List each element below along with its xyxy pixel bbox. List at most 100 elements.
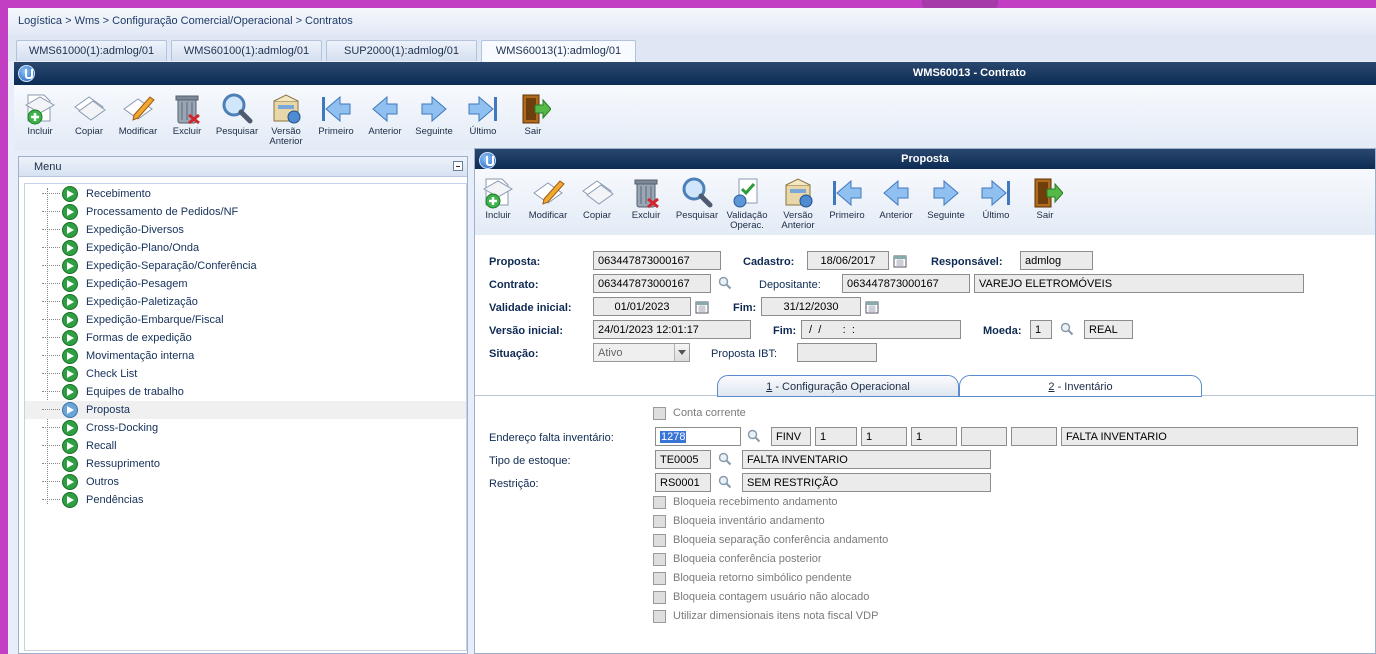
tree-connector — [42, 247, 60, 248]
tab-wms61000[interactable]: WMS61000(1):admlog/01 — [16, 40, 167, 61]
menu-item[interactable]: Expedição-Plano/Onda — [25, 239, 466, 257]
versao-field[interactable]: 24/01/2023 12:01:17 — [593, 320, 751, 339]
toolbar-button-magnifier[interactable]: Pesquisar — [214, 91, 260, 147]
option-checkbox[interactable] — [653, 515, 666, 528]
endereco-search-icon[interactable] — [747, 429, 761, 443]
tree-connector — [42, 265, 60, 266]
toolbar-button-validation[interactable]: Validação Operac. — [724, 175, 770, 231]
tree-connector — [42, 211, 60, 212]
toolbar-button-add-document[interactable]: Incluir — [17, 91, 63, 147]
menu-item[interactable]: Movimentação interna — [25, 347, 466, 365]
tab-inventario[interactable]: 2 - Inventário — [959, 375, 1202, 397]
toolbar-button-next-arrow[interactable]: Seguinte — [411, 91, 457, 147]
toolbar-button-previous-arrow[interactable]: Anterior — [873, 175, 919, 231]
toolbar-button-exit-door[interactable]: Sair — [1022, 175, 1068, 231]
menu-item[interactable]: Expedição-Paletização — [25, 293, 466, 311]
toolbar-button-copy[interactable]: Copiar — [574, 175, 620, 231]
endereco-part-1: FINV — [771, 427, 811, 446]
toolbar-button-copy[interactable]: Copiar — [66, 91, 112, 147]
contrato-field[interactable]: 063447873000167 — [593, 274, 711, 293]
endereco-code-text: 1278 — [660, 431, 687, 443]
menu-item-label: Outros — [86, 476, 120, 488]
conta-corrente-checkbox[interactable] — [653, 407, 666, 420]
menu-item-label: Proposta — [86, 404, 131, 416]
fim2-field[interactable]: / / : : — [801, 320, 961, 339]
toolbar-button-last-arrow[interactable]: Último — [460, 91, 506, 147]
chevron-down-icon[interactable] — [674, 344, 689, 361]
toolbar-button-label: Pesquisar — [215, 126, 259, 137]
proposta-title-bar: Proposta — [475, 149, 1375, 169]
situacao-select[interactable]: Ativo — [593, 343, 690, 362]
toolbar-button-label: Sair — [524, 126, 542, 137]
menu-item[interactable]: Check List — [25, 365, 466, 383]
toolbar-button-trash[interactable]: Excluir — [164, 91, 210, 147]
toolbar-button-next-arrow[interactable]: Seguinte — [923, 175, 969, 231]
menu-item[interactable]: Ressuprimento — [25, 455, 466, 473]
option-checkbox[interactable] — [653, 572, 666, 585]
moeda-search-icon[interactable] — [1060, 322, 1074, 336]
toolbar-button-edit-pencil[interactable]: Modificar — [525, 175, 571, 231]
menu-item[interactable]: Cross-Docking — [25, 419, 466, 437]
toolbar-button-first-arrow[interactable]: Primeiro — [313, 91, 359, 147]
menu-item[interactable]: Recebimento — [25, 185, 466, 203]
fim-field[interactable]: 31/12/2030 — [761, 297, 861, 316]
validade-field[interactable]: 01/01/2023 — [593, 297, 691, 316]
toolbar-button-last-arrow[interactable]: Último — [973, 175, 1019, 231]
option-checkbox[interactable] — [653, 496, 666, 509]
menu-item[interactable]: Recall — [25, 437, 466, 455]
toolbar-button-previous-arrow[interactable]: Anterior — [362, 91, 408, 147]
toolbar-button-first-arrow[interactable]: Primeiro — [824, 175, 870, 231]
tipo-search-icon[interactable] — [718, 452, 732, 466]
menu-item[interactable]: Processamento de Pedidos/NF — [25, 203, 466, 221]
menu-item[interactable]: Expedição-Diversos — [25, 221, 466, 239]
cadastro-field[interactable]: 18/06/2017 — [807, 251, 889, 270]
menu-item[interactable]: Expedição-Embarque/Fiscal — [25, 311, 466, 329]
fim-calendar-icon[interactable] — [865, 300, 879, 314]
menu-item-label: Expedição-Paletização — [86, 296, 198, 308]
restricao-search-icon[interactable] — [718, 475, 732, 489]
menu-item[interactable]: Formas de expedição — [25, 329, 466, 347]
toolbar-button-label: Pesquisar — [675, 210, 719, 221]
toolbar-button-previous-version[interactable]: Versão Anterior — [263, 91, 309, 147]
endereco-code-field[interactable]: 1278 — [655, 427, 741, 446]
tab-wms60100[interactable]: WMS60100(1):admlog/01 — [171, 40, 322, 61]
toolbar-button-label: Versão Anterior — [781, 210, 815, 231]
moeda-code-field[interactable]: 1 — [1030, 320, 1052, 339]
depositante-code-field[interactable]: 063447873000167 — [842, 274, 970, 293]
option-checkbox[interactable] — [653, 534, 666, 547]
menu-item-label: Recebimento — [86, 188, 151, 200]
toolbar-button-trash[interactable]: Excluir — [623, 175, 669, 231]
tab-wms60013[interactable]: WMS60013(1):admlog/01 — [481, 40, 636, 62]
toolbar-button-exit-door[interactable]: Sair — [510, 91, 556, 147]
menu-item[interactable]: Pendências — [25, 491, 466, 509]
toolbar-button-label: Validação Operac. — [726, 210, 768, 231]
contrato-search-icon[interactable] — [718, 276, 732, 290]
menu-item[interactable]: Expedição-Pesagem — [25, 275, 466, 293]
option-checkbox[interactable] — [653, 591, 666, 604]
toolbar-button-edit-pencil[interactable]: Modificar — [115, 91, 161, 147]
add-document-icon — [24, 94, 56, 125]
tipo-estoque-code-field[interactable]: TE0005 — [655, 450, 711, 469]
toolbar-button-magnifier[interactable]: Pesquisar — [674, 175, 720, 231]
option-checkbox[interactable] — [653, 553, 666, 566]
proposta-field[interactable]: 063447873000167 — [593, 251, 721, 270]
tab-sup2000[interactable]: SUP2000(1):admlog/01 — [326, 40, 477, 61]
menu-item[interactable]: Outros — [25, 473, 466, 491]
last-arrow-icon — [468, 95, 497, 123]
proposta-ibt-field[interactable] — [797, 343, 877, 362]
calendar-icon[interactable] — [893, 254, 907, 268]
option-checkbox[interactable] — [653, 610, 666, 623]
arrow-right-icon — [62, 276, 78, 292]
validade-label: Validade inicial: — [489, 302, 572, 314]
validade-calendar-icon[interactable] — [695, 300, 709, 314]
menu-item[interactable]: Proposta — [25, 401, 466, 419]
restricao-code-field[interactable]: RS0001 — [655, 473, 711, 492]
collapse-icon[interactable] — [453, 161, 463, 171]
menu-item[interactable]: Equipes de trabalho — [25, 383, 466, 401]
menu-item[interactable]: Expedição-Separação/Conferência — [25, 257, 466, 275]
tab-configuracao-operacional[interactable]: 1 - Configuração Operacional — [717, 375, 959, 397]
responsavel-field[interactable]: admlog — [1020, 251, 1093, 270]
toolbar-button-add-document[interactable]: Incluir — [475, 175, 521, 231]
tree-connector — [42, 409, 60, 410]
toolbar-button-previous-version[interactable]: Versão Anterior — [775, 175, 821, 231]
